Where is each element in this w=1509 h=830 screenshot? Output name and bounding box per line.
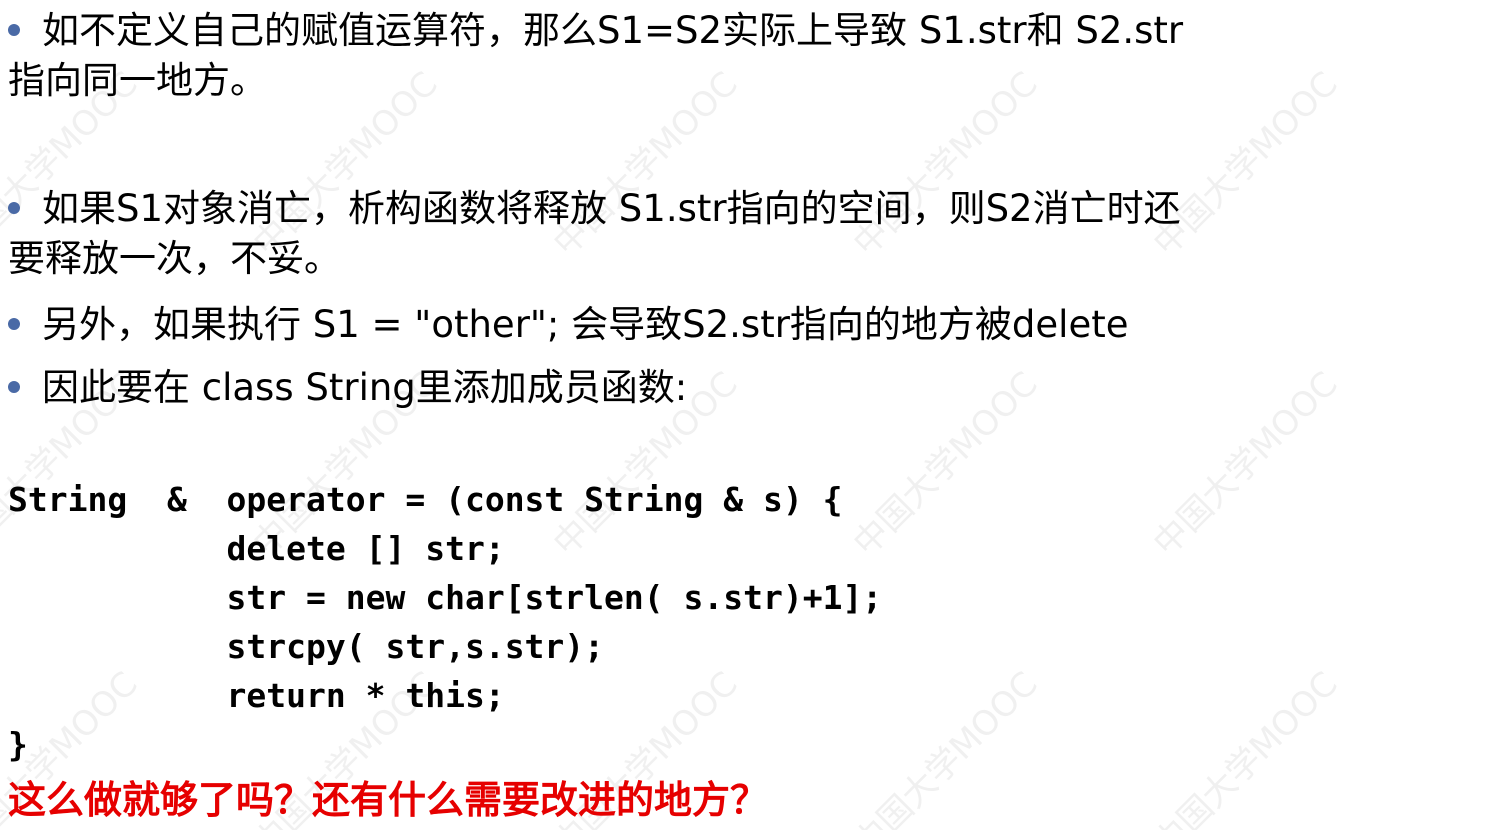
code-line: return * this; <box>8 676 505 715</box>
bullet-paragraph: 因此要在 class String里添加成员函数: <box>8 363 1508 413</box>
slide-content: 如不定义自己的赋值运算符，那么S1=S2实际上导致 S1.str和 S2.str… <box>0 0 1509 830</box>
bullet-paragraph: 如果S1对象消亡，析构函数将释放 S1.str指向的空间，则S2消亡时还 要释放… <box>8 184 1508 284</box>
bullet-icon <box>8 201 20 214</box>
code-line: String & operator = (const String & s) { <box>8 480 843 519</box>
paragraph-line: 如果S1对象消亡，析构函数将释放 S1.str指向的空间，则S2消亡时还 <box>42 187 1181 230</box>
code-line: str = new char[strlen( s.str)+1]; <box>8 578 883 617</box>
paragraph-line: 因此要在 class String里添加成员函数: <box>42 366 688 409</box>
code-line: delete [] str; <box>8 529 505 568</box>
paragraph-line: 另外，如果执行 S1 = "other"; 会导致S2.str指向的地方被del… <box>42 303 1129 346</box>
code-line: } <box>8 725 28 764</box>
paragraph-line: 要释放一次，不妥。 <box>8 237 341 280</box>
paragraph-line: 指向同一地方。 <box>8 59 267 102</box>
code-block: String & operator = (const String & s) {… <box>8 475 882 769</box>
paragraph-line: 如不定义自己的赋值运算符，那么S1=S2实际上导致 S1.str和 S2.str <box>42 9 1184 52</box>
question-text: 这么做就够了吗？还有什么需要改进的地方？ <box>8 778 769 822</box>
code-line: strcpy( str,s.str); <box>8 627 605 666</box>
bullet-paragraph: 另外，如果执行 S1 = "other"; 会导致S2.str指向的地方被del… <box>8 300 1508 350</box>
bullet-icon <box>8 23 20 36</box>
bullet-paragraph: 如不定义自己的赋值运算符，那么S1=S2实际上导致 S1.str和 S2.str… <box>8 6 1508 106</box>
bullet-icon <box>8 317 20 330</box>
bullet-icon <box>8 380 20 393</box>
